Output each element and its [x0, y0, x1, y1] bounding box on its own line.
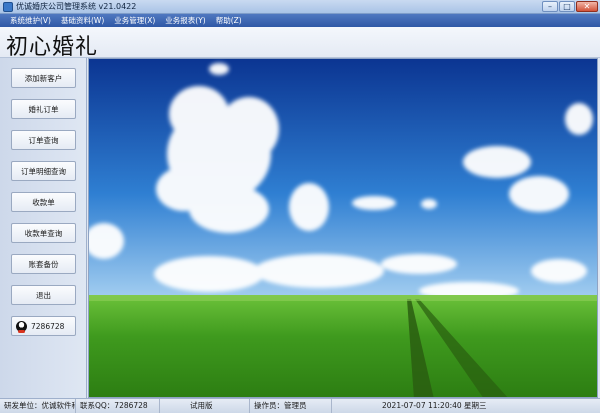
receipt-button[interactable]: 收款单: [11, 192, 76, 212]
menu-reports[interactable]: 业务报表(Y): [160, 15, 210, 26]
menu-basic-data[interactable]: 基础资料(W): [56, 15, 109, 26]
status-edition: 试用版: [160, 398, 250, 413]
status-operator: 操作员：管理员: [250, 398, 332, 413]
window-title: 优诚婚庆公司管理系统 v21.0422: [16, 2, 137, 11]
brand-title: 初心婚礼: [6, 35, 99, 60]
order-query-button[interactable]: 订单查询: [11, 130, 76, 150]
qq-contact-button[interactable]: 7286728: [11, 316, 76, 336]
add-customer-button[interactable]: 添加新客户: [11, 68, 76, 88]
menu-system[interactable]: 系统维护(V): [5, 15, 56, 26]
maximize-button[interactable]: □: [559, 1, 575, 12]
qq-number: 7286728: [31, 321, 65, 331]
wedding-order-button[interactable]: 婚礼订单: [11, 99, 76, 119]
qq-penguin-icon: [16, 320, 27, 333]
menu-bar: 系统维护(V) 基础资料(W) 业务管理(X) 业务报表(Y) 帮助(Z): [0, 14, 600, 27]
close-button[interactable]: ✕: [576, 1, 598, 12]
exit-button[interactable]: 退出: [11, 285, 76, 305]
status-contact: 联系QQ：7286728: [76, 398, 160, 413]
header-banner: 初心婚礼: [0, 27, 600, 60]
backup-button[interactable]: 账套备份: [11, 254, 76, 274]
receipt-query-button[interactable]: 收款单查询: [11, 223, 76, 243]
app-icon: [3, 1, 13, 12]
status-bar: 研发单位：优诚软件科技 联系QQ：7286728 试用版 操作员：管理员 202…: [0, 398, 600, 413]
sky-field-image: [89, 59, 597, 397]
menu-business[interactable]: 业务管理(X): [109, 15, 160, 26]
sidebar: 添加新客户 婚礼订单 订单查询 订单明细查询 收款单 收款单查询 账套备份 退出…: [0, 58, 87, 398]
status-developer: 研发单位：优诚软件科技: [0, 398, 76, 413]
minimize-button[interactable]: –: [542, 1, 558, 12]
title-bar: 优诚婚庆公司管理系统 v21.0422 – □ ✕: [0, 0, 600, 14]
window-controls: – □ ✕: [542, 1, 598, 12]
wallpaper-image: [88, 58, 598, 398]
status-datetime: 2021-07-07 11:20:40 星期三: [382, 400, 487, 410]
order-detail-query-button[interactable]: 订单明细查询: [11, 161, 76, 181]
menu-help[interactable]: 帮助(Z): [211, 15, 247, 26]
